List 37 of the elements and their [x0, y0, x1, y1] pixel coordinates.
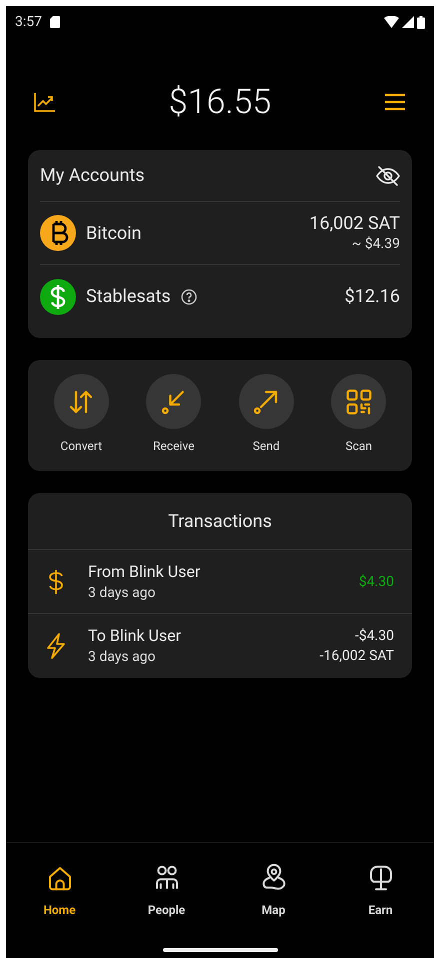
- transaction-amount: $4.30: [358, 572, 394, 592]
- eye-off-icon[interactable]: [376, 164, 400, 186]
- nav-tab[interactable]: Map: [220, 863, 327, 919]
- action-button[interactable]: Send: [220, 374, 312, 471]
- nav-tab[interactable]: Earn: [327, 863, 434, 919]
- transaction-title: To Blink User: [88, 625, 182, 647]
- account-balance: 16,002 SAT: [309, 213, 400, 235]
- wifi-icon: [384, 16, 399, 28]
- card-title: Transactions: [168, 510, 272, 534]
- dollar-icon: [46, 568, 66, 594]
- status-time: 3:57: [15, 12, 42, 32]
- transaction-title: From Blink User: [88, 560, 202, 582]
- lightning-icon: [46, 633, 66, 659]
- nav-tab[interactable]: Home: [6, 863, 113, 919]
- help-icon[interactable]: [180, 288, 197, 304]
- chart-icon[interactable]: [34, 92, 56, 112]
- account-balance: $12.16: [344, 286, 400, 308]
- signal-icon: [402, 16, 414, 28]
- account-name: Bitcoin: [86, 222, 142, 246]
- card-title: My Accounts: [40, 164, 145, 188]
- menu-icon[interactable]: [384, 93, 406, 111]
- transaction-amount: -$4.30: [354, 627, 394, 646]
- sd-card-icon: [50, 16, 60, 28]
- nav-tab[interactable]: People: [113, 863, 220, 919]
- action-button[interactable]: Scan: [312, 374, 405, 471]
- battery-icon: [417, 16, 425, 28]
- transaction-time: 3 days ago: [88, 584, 157, 602]
- transaction-row[interactable]: To Blink User 3 days ago -$4.30 -16,002 SAT: [28, 614, 412, 678]
- action-button[interactable]: Receive: [128, 374, 220, 471]
- action-button[interactable]: Convert: [35, 374, 128, 471]
- account-fiat-value: ~ $4.39: [352, 235, 400, 253]
- transaction-time: 3 days ago: [88, 648, 157, 667]
- transaction-row[interactable]: From Blink User 3 days ago $4.30: [28, 550, 412, 614]
- account-name: Stablesats: [86, 285, 171, 309]
- qr-code-icon: [344, 386, 374, 416]
- transaction-amount: -16,002 SAT: [320, 647, 394, 666]
- total-balance: $16.55: [168, 80, 272, 124]
